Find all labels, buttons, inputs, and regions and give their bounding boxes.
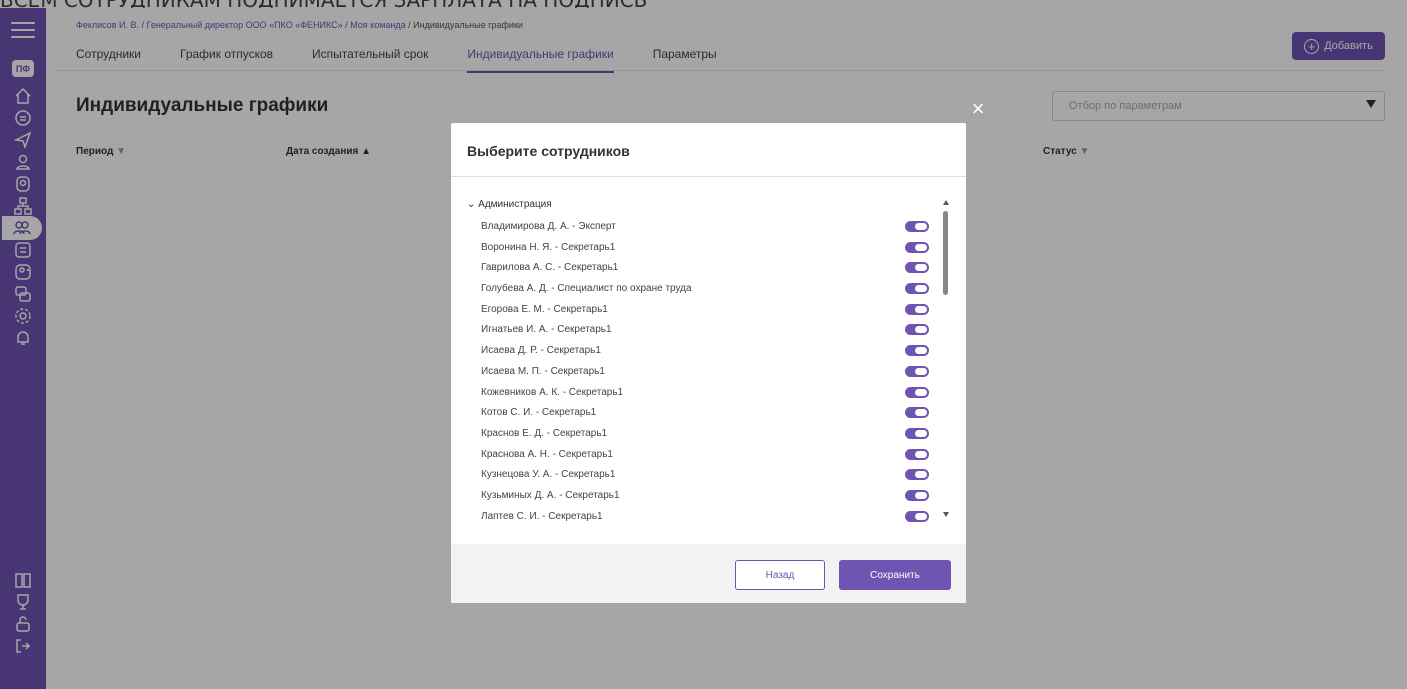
- scrollbar-thumb[interactable]: [943, 211, 948, 295]
- toggle-switch[interactable]: [905, 510, 929, 522]
- toggle-switch[interactable]: [905, 489, 929, 501]
- toggle-switch[interactable]: [905, 324, 929, 336]
- list-item: Краснов Е. Д. - Секретарь1: [451, 426, 951, 447]
- toggle-switch[interactable]: [905, 241, 929, 253]
- toggle-switch[interactable]: [905, 469, 929, 481]
- modal-footer: Назад Сохранить: [451, 544, 966, 603]
- list-item: Егорова Е. М. - Секретарь1: [451, 302, 951, 323]
- group-administration[interactable]: ⌄ Администрация: [467, 199, 552, 210]
- back-button[interactable]: Назад: [735, 560, 825, 590]
- toggle-switch[interactable]: [905, 303, 929, 315]
- list-item: Краснова А. Н. - Секретарь1: [451, 447, 951, 468]
- list-item: Исаева М. П. - Секретарь1: [451, 364, 951, 385]
- employee-list: Владимирова Д. А. - Эксперт Воронина Н. …: [451, 219, 951, 529]
- toggle-switch[interactable]: [905, 448, 929, 460]
- modal-title: Выберите сотрудников: [467, 143, 630, 159]
- select-employees-modal: Выберите сотрудников ⌄ Администрация Вла…: [451, 123, 966, 603]
- toggle-switch[interactable]: [905, 345, 929, 357]
- save-button[interactable]: Сохранить: [839, 560, 951, 590]
- list-item: Голубева А. Д. - Специалист по охране тр…: [451, 281, 951, 302]
- toggle-switch[interactable]: [905, 386, 929, 398]
- list-item: Лаптев С. И. - Секретарь1: [451, 509, 951, 530]
- close-icon[interactable]: ×: [968, 98, 988, 120]
- modal-divider: [451, 176, 966, 177]
- toggle-switch[interactable]: [905, 407, 929, 419]
- toggle-switch[interactable]: [905, 365, 929, 377]
- list-item: Воронина Н. Я. - Секретарь1: [451, 240, 951, 261]
- list-item: Исаева Д. Р. - Секретарь1: [451, 343, 951, 364]
- list-item: Кузнецова У. А. - Секретарь1: [451, 467, 951, 488]
- toggle-switch[interactable]: [905, 427, 929, 439]
- list-item: Игнатьев И. А. - Секретарь1: [451, 322, 951, 343]
- toggle-switch[interactable]: [905, 283, 929, 295]
- list-item: Кожевников А. К. - Секретарь1: [451, 385, 951, 406]
- scroll-up-arrow[interactable]: [943, 200, 949, 205]
- scroll-down-arrow[interactable]: [943, 512, 949, 517]
- list-item: Котов С. И. - Секретарь1: [451, 405, 951, 426]
- list-item: Кузьминых Д. А. - Секретарь1: [451, 488, 951, 509]
- list-item: Владимирова Д. А. - Эксперт: [451, 219, 951, 240]
- list-item: Гаврилова А. С. - Секретарь1: [451, 260, 951, 281]
- toggle-switch[interactable]: [905, 221, 929, 232]
- toggle-switch[interactable]: [905, 262, 929, 274]
